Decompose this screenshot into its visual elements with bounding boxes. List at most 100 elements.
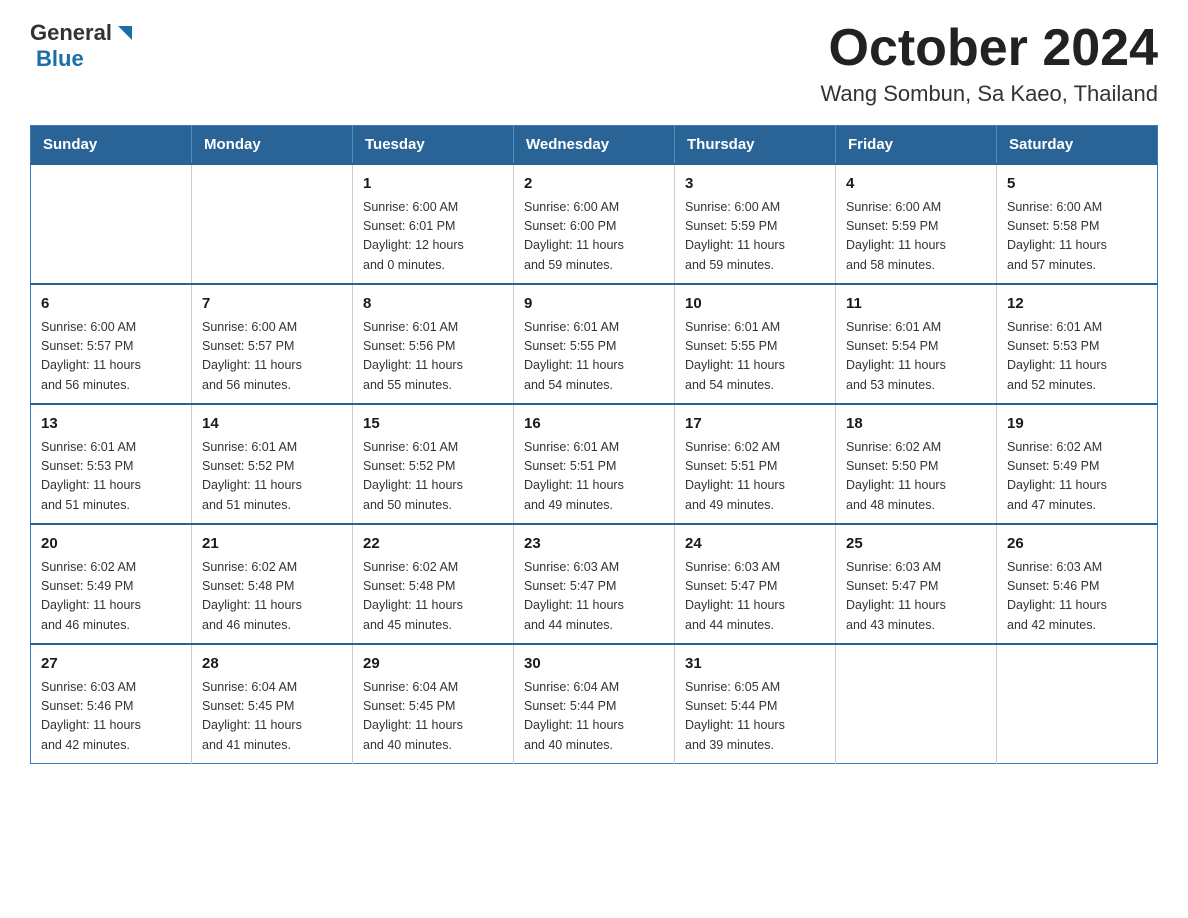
calendar-cell	[997, 644, 1158, 764]
calendar-header-sunday: Sunday	[31, 126, 192, 165]
calendar-header-monday: Monday	[192, 126, 353, 165]
day-info: Sunrise: 6:01 AMSunset: 5:56 PMDaylight:…	[363, 318, 503, 396]
day-info: Sunrise: 6:03 AMSunset: 5:47 PMDaylight:…	[685, 558, 825, 636]
day-number: 29	[363, 653, 503, 676]
day-number: 24	[685, 533, 825, 556]
calendar-cell: 31Sunrise: 6:05 AMSunset: 5:44 PMDayligh…	[675, 644, 836, 764]
day-info: Sunrise: 6:00 AMSunset: 5:59 PMDaylight:…	[685, 198, 825, 276]
calendar-cell: 16Sunrise: 6:01 AMSunset: 5:51 PMDayligh…	[514, 404, 675, 524]
calendar-header-thursday: Thursday	[675, 126, 836, 165]
day-info: Sunrise: 6:03 AMSunset: 5:47 PMDaylight:…	[846, 558, 986, 636]
day-info: Sunrise: 6:05 AMSunset: 5:44 PMDaylight:…	[685, 678, 825, 756]
day-number: 9	[524, 293, 664, 316]
day-number: 16	[524, 413, 664, 436]
calendar-cell	[192, 164, 353, 284]
calendar-table: SundayMondayTuesdayWednesdayThursdayFrid…	[30, 125, 1158, 764]
day-number: 4	[846, 173, 986, 196]
day-info: Sunrise: 6:04 AMSunset: 5:45 PMDaylight:…	[202, 678, 342, 756]
day-info: Sunrise: 6:00 AMSunset: 6:00 PMDaylight:…	[524, 198, 664, 276]
day-number: 20	[41, 533, 181, 556]
calendar-week-3: 20Sunrise: 6:02 AMSunset: 5:49 PMDayligh…	[31, 524, 1158, 644]
day-info: Sunrise: 6:00 AMSunset: 5:59 PMDaylight:…	[846, 198, 986, 276]
calendar-cell: 29Sunrise: 6:04 AMSunset: 5:45 PMDayligh…	[353, 644, 514, 764]
day-info: Sunrise: 6:03 AMSunset: 5:47 PMDaylight:…	[524, 558, 664, 636]
calendar-cell	[836, 644, 997, 764]
day-info: Sunrise: 6:00 AMSunset: 5:58 PMDaylight:…	[1007, 198, 1147, 276]
day-info: Sunrise: 6:01 AMSunset: 5:52 PMDaylight:…	[363, 438, 503, 516]
calendar-cell: 7Sunrise: 6:00 AMSunset: 5:57 PMDaylight…	[192, 284, 353, 404]
calendar-cell: 22Sunrise: 6:02 AMSunset: 5:48 PMDayligh…	[353, 524, 514, 644]
day-number: 30	[524, 653, 664, 676]
day-number: 5	[1007, 173, 1147, 196]
logo-blue-text: Blue	[32, 46, 84, 72]
logo: General Blue	[30, 20, 136, 72]
day-info: Sunrise: 6:01 AMSunset: 5:53 PMDaylight:…	[1007, 318, 1147, 396]
calendar-week-1: 6 Sunrise: 6:00 AMSunset: 5:57 PMDaylight…	[31, 284, 1158, 404]
day-info: Sunrise: 6:00 AMSunset: 6:01 PMDaylight:…	[363, 198, 503, 276]
day-number: 21	[202, 533, 342, 556]
day-info: Sunrise: 6:01 AMSunset: 5:54 PMDaylight:…	[846, 318, 986, 396]
calendar-week-2: 13Sunrise: 6:01 AMSunset: 5:53 PMDayligh…	[31, 404, 1158, 524]
day-info: Sunrise: 6:02 AMSunset: 5:50 PMDaylight:…	[846, 438, 986, 516]
day-number: 17	[685, 413, 825, 436]
day-number: 14	[202, 413, 342, 436]
title-area: October 2024 Wang Sombun, Sa Kaeo, Thail…	[820, 20, 1158, 107]
calendar-cell: 14Sunrise: 6:01 AMSunset: 5:52 PMDayligh…	[192, 404, 353, 524]
calendar-cell: 10Sunrise: 6:01 AMSunset: 5:55 PMDayligh…	[675, 284, 836, 404]
page-title: October 2024	[820, 20, 1158, 77]
calendar-cell: 23Sunrise: 6:03 AMSunset: 5:47 PMDayligh…	[514, 524, 675, 644]
day-number: 7	[202, 293, 342, 316]
day-info: Sunrise: 6:01 AMSunset: 5:52 PMDaylight:…	[202, 438, 342, 516]
page-subtitle: Wang Sombun, Sa Kaeo, Thailand	[820, 81, 1158, 107]
logo-triangle-icon	[114, 22, 136, 44]
day-info: Sunrise: 6:02 AMSunset: 5:48 PMDaylight:…	[363, 558, 503, 636]
calendar-week-4: 27Sunrise: 6:03 AMSunset: 5:46 PMDayligh…	[31, 644, 1158, 764]
day-number: 28	[202, 653, 342, 676]
day-info: Sunrise: 6:02 AMSunset: 5:49 PMDaylight:…	[41, 558, 181, 636]
day-number: 10	[685, 293, 825, 316]
calendar-cell: 25Sunrise: 6:03 AMSunset: 5:47 PMDayligh…	[836, 524, 997, 644]
calendar-header-saturday: Saturday	[997, 126, 1158, 165]
day-info: Sunrise: 6:03 AMSunset: 5:46 PMDaylight:…	[1007, 558, 1147, 636]
day-number: 31	[685, 653, 825, 676]
calendar-cell: 1Sunrise: 6:00 AMSunset: 6:01 PMDaylight…	[353, 164, 514, 284]
calendar-cell: 9Sunrise: 6:01 AMSunset: 5:55 PMDaylight…	[514, 284, 675, 404]
day-number: 27	[41, 653, 181, 676]
calendar-header-friday: Friday	[836, 126, 997, 165]
day-info: Sunrise: 6:01 AMSunset: 5:55 PMDaylight:…	[685, 318, 825, 396]
calendar-cell: 3Sunrise: 6:00 AMSunset: 5:59 PMDaylight…	[675, 164, 836, 284]
day-number: 1	[363, 173, 503, 196]
calendar-cell: 18Sunrise: 6:02 AMSunset: 5:50 PMDayligh…	[836, 404, 997, 524]
day-number: 11	[846, 293, 986, 316]
day-number: 22	[363, 533, 503, 556]
calendar-cell: 13Sunrise: 6:01 AMSunset: 5:53 PMDayligh…	[31, 404, 192, 524]
calendar-cell: 24Sunrise: 6:03 AMSunset: 5:47 PMDayligh…	[675, 524, 836, 644]
calendar-cell: 20Sunrise: 6:02 AMSunset: 5:49 PMDayligh…	[31, 524, 192, 644]
calendar-week-0: 1Sunrise: 6:00 AMSunset: 6:01 PMDaylight…	[31, 164, 1158, 284]
calendar-cell: 11Sunrise: 6:01 AMSunset: 5:54 PMDayligh…	[836, 284, 997, 404]
calendar-cell: 19Sunrise: 6:02 AMSunset: 5:49 PMDayligh…	[997, 404, 1158, 524]
calendar-cell: 4Sunrise: 6:00 AMSunset: 5:59 PMDaylight…	[836, 164, 997, 284]
calendar-header-wednesday: Wednesday	[514, 126, 675, 165]
day-number: 3	[685, 173, 825, 196]
calendar-cell: 2Sunrise: 6:00 AMSunset: 6:00 PMDaylight…	[514, 164, 675, 284]
calendar-header-row: SundayMondayTuesdayWednesdayThursdayFrid…	[31, 126, 1158, 165]
day-info: Sunrise: 6:01 AMSunset: 5:51 PMDaylight:…	[524, 438, 664, 516]
header: General Blue October 2024 Wang Sombun, S…	[30, 20, 1158, 107]
day-number: 26	[1007, 533, 1147, 556]
day-number: 6	[41, 293, 181, 316]
calendar-cell: 28Sunrise: 6:04 AMSunset: 5:45 PMDayligh…	[192, 644, 353, 764]
day-info: Sunrise: 6:02 AMSunset: 5:49 PMDaylight:…	[1007, 438, 1147, 516]
calendar-cell: 17Sunrise: 6:02 AMSunset: 5:51 PMDayligh…	[675, 404, 836, 524]
day-info: Sunrise: 6:04 AMSunset: 5:45 PMDaylight:…	[363, 678, 503, 756]
day-info: Sunrise: 6:01 AMSunset: 5:55 PMDaylight:…	[524, 318, 664, 396]
day-number: 25	[846, 533, 986, 556]
day-number: 23	[524, 533, 664, 556]
day-number: 12	[1007, 293, 1147, 316]
day-info: Sunrise: 6:00 AMSunset: 5:57 PMDaylight:…	[202, 318, 342, 396]
calendar-header-tuesday: Tuesday	[353, 126, 514, 165]
calendar-cell: 15Sunrise: 6:01 AMSunset: 5:52 PMDayligh…	[353, 404, 514, 524]
calendar-cell: 8Sunrise: 6:01 AMSunset: 5:56 PMDaylight…	[353, 284, 514, 404]
calendar-cell	[31, 164, 192, 284]
day-number: 13	[41, 413, 181, 436]
